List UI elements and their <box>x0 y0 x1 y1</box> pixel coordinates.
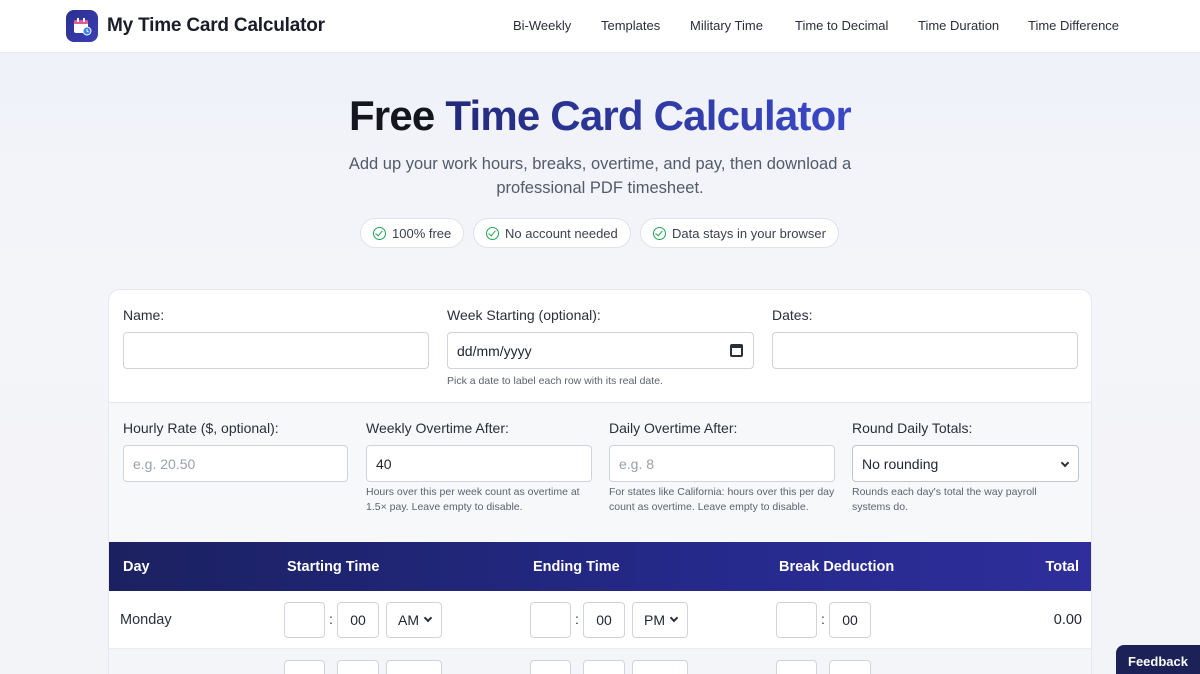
week-starting-hint: Pick a date to label each row with its r… <box>447 375 663 387</box>
weekly-overtime-input[interactable]: 40 <box>366 445 592 482</box>
nav-templates[interactable]: Templates <box>601 18 660 33</box>
nav-military-time[interactable]: Military Time <box>690 18 763 33</box>
name-input[interactable] <box>123 332 429 369</box>
end-ampm-select[interactable] <box>632 660 688 674</box>
end-minute-input[interactable] <box>583 660 625 674</box>
start-ampm-select[interactable] <box>386 660 442 674</box>
nav-bi-weekly[interactable]: Bi-Weekly <box>513 18 571 33</box>
title-accent: Time Card Calculator <box>445 92 852 139</box>
end-hour-input[interactable] <box>530 602 571 638</box>
check-circle-icon <box>373 226 386 240</box>
table-row <box>109 649 1091 674</box>
col-day: Day <box>123 559 150 575</box>
form-row-identity: Name: Week Starting (optional): dd/mm/yy… <box>109 290 1091 403</box>
nav-time-to-decimal[interactable]: Time to Decimal <box>795 18 888 33</box>
round-totals-select[interactable]: No rounding <box>852 445 1079 482</box>
weekly-overtime-hint: Hours over this per week count as overti… <box>366 486 580 513</box>
week-starting-label: Week Starting (optional): <box>447 307 601 323</box>
check-circle-icon <box>653 226 666 240</box>
time-separator: : <box>821 611 825 627</box>
weekly-overtime-label: Weekly Overtime After: <box>366 420 509 436</box>
title-plain: Free <box>348 92 435 139</box>
chevron-down-icon <box>1060 458 1070 468</box>
page-subtitle: Add up your work hours, breaks, overtime… <box>348 155 852 197</box>
break-minute-input[interactable] <box>829 660 871 674</box>
daily-overtime-label: Daily Overtime After: <box>609 420 738 436</box>
nav-time-duration[interactable]: Time Duration <box>918 18 999 33</box>
nav-time-difference[interactable]: Time Difference <box>1028 18 1119 33</box>
col-break-deduction: Break Deduction <box>779 559 895 575</box>
pill-label: No account needed <box>505 225 618 241</box>
start-minute-input[interactable] <box>337 660 379 674</box>
ampm-value: AM <box>398 612 419 628</box>
start-minute-input[interactable]: 00 <box>337 602 379 638</box>
day-total: 0.00 <box>1053 612 1082 628</box>
col-total: Total <box>1045 559 1079 575</box>
start-hour-input[interactable] <box>284 660 325 674</box>
daily-overtime-input[interactable]: e.g. 8 <box>609 445 835 482</box>
time-separator: : <box>329 611 333 627</box>
pill-data-local: Data stays in your browser <box>640 218 839 248</box>
feature-pills: 100% free No account needed Data stays i… <box>0 218 1200 248</box>
col-ending-time: Ending Time <box>533 559 620 575</box>
timesheet-table-header: Day Starting Time Ending Time Break Dedu… <box>109 542 1091 591</box>
dates-input[interactable] <box>772 332 1078 369</box>
break-minute-input[interactable]: 00 <box>829 602 871 638</box>
end-minute-input[interactable]: 00 <box>583 602 625 638</box>
name-label: Name: <box>123 307 165 323</box>
check-circle-icon <box>486 226 499 240</box>
end-hour-input[interactable] <box>530 660 571 674</box>
form-row-pay-settings: Hourly Rate ($, optional): e.g. 20.50 We… <box>109 403 1091 542</box>
date-placeholder: dd/mm/yyyy <box>457 342 532 359</box>
round-totals-label: Round Daily Totals: <box>852 420 973 436</box>
feedback-button[interactable]: Feedback <box>1116 645 1200 674</box>
hourly-rate-label: Hourly Rate ($, optional): <box>123 420 279 436</box>
top-navigation-bar: My Time Card Calculator Bi-Weekly Templa… <box>0 0 1200 53</box>
day-name: Monday <box>120 612 172 628</box>
week-starting-date-input[interactable]: dd/mm/yyyy <box>447 332 754 369</box>
dates-label: Dates: <box>772 307 813 323</box>
table-row: Monday : 00 AM : 00 PM : 00 0.00 <box>109 591 1091 649</box>
round-totals-value: No rounding <box>862 455 939 472</box>
chevron-down-icon <box>423 613 433 623</box>
break-hour-input[interactable] <box>776 602 817 638</box>
end-ampm-select[interactable]: PM <box>632 602 688 638</box>
main-nav: Bi-Weekly Templates Military Time Time t… <box>0 18 1200 36</box>
pill-label: Data stays in your browser <box>672 225 826 241</box>
start-ampm-select[interactable]: AM <box>386 602 442 638</box>
start-hour-input[interactable] <box>284 602 325 638</box>
pill-free: 100% free <box>360 218 465 248</box>
hourly-rate-input[interactable]: e.g. 20.50 <box>123 445 348 482</box>
time-separator: : <box>575 611 579 627</box>
time-card-form: Name: Week Starting (optional): dd/mm/yy… <box>108 289 1092 674</box>
round-totals-hint: Rounds each day's total the way payroll … <box>852 486 1037 513</box>
break-hour-input[interactable] <box>776 660 817 674</box>
page-title: Free Time Card Calculator <box>0 92 1200 140</box>
pill-no-account: No account needed <box>473 218 631 248</box>
chevron-down-icon <box>669 613 679 623</box>
col-starting-time: Starting Time <box>287 559 380 575</box>
calendar-icon[interactable] <box>730 344 743 357</box>
ampm-value: PM <box>644 612 665 628</box>
pill-label: 100% free <box>392 225 452 241</box>
daily-overtime-hint: For states like California: hours over t… <box>609 486 835 513</box>
